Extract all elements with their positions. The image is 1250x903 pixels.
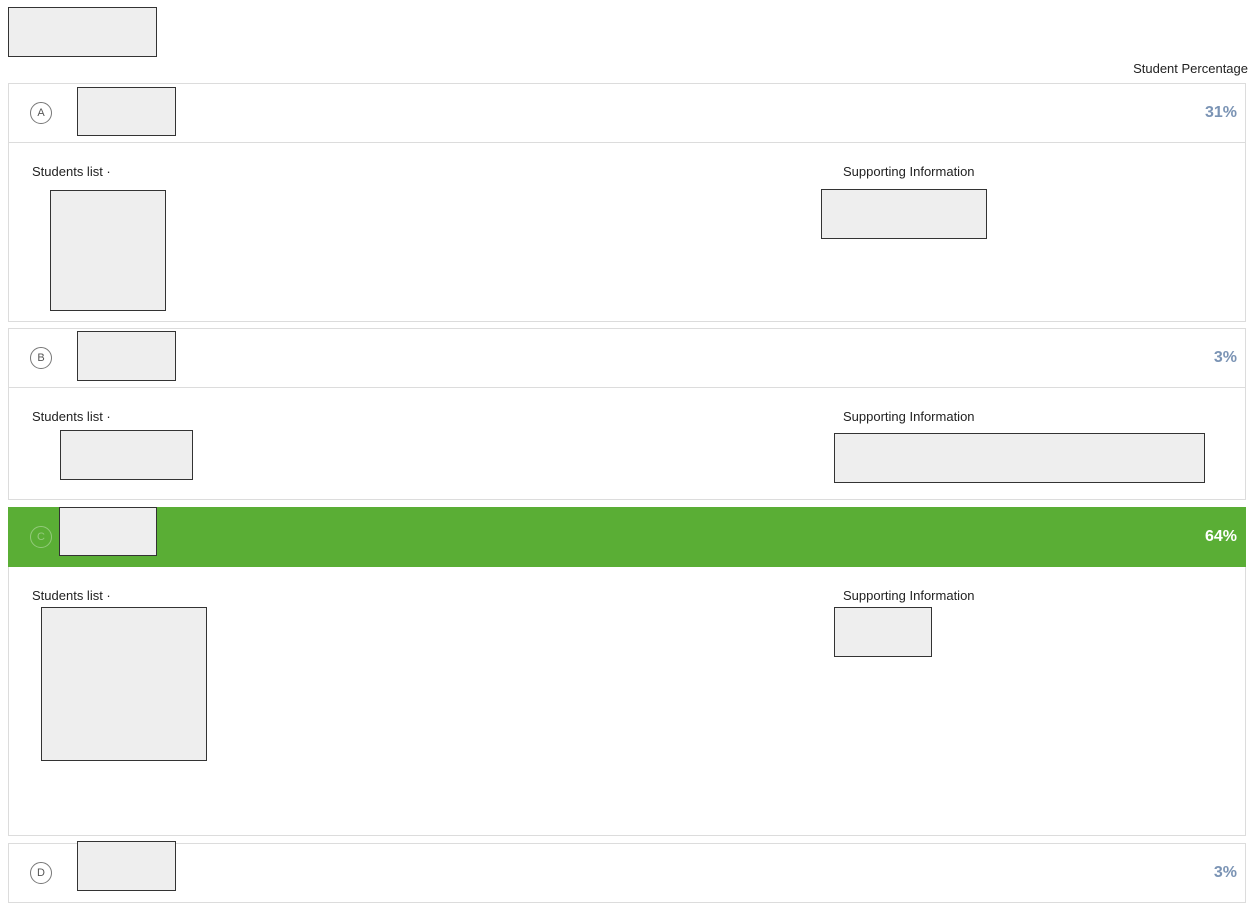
redacted-option-c-text: [59, 507, 157, 556]
option-row-b[interactable]: B 3%: [8, 328, 1246, 388]
option-c-percentage: 64%: [1204, 528, 1237, 545]
redacted-supporting-info-a: [821, 189, 987, 239]
students-list-label: Students list ·: [32, 409, 111, 424]
redacted-option-d-text: [77, 841, 176, 891]
option-letter-c-icon: C: [30, 526, 52, 548]
redacted-option-b-text: [77, 331, 176, 381]
supporting-information-label: Supporting Information: [843, 588, 975, 603]
redacted-supporting-info-c: [834, 607, 932, 657]
redacted-title: [8, 7, 157, 57]
redacted-option-a-text: [77, 87, 176, 136]
students-list-label: Students list ·: [32, 588, 111, 603]
redacted-students-list-b: [60, 430, 193, 480]
option-row-d[interactable]: D 3%: [8, 843, 1246, 903]
option-letter-b-icon: B: [30, 347, 52, 369]
option-a-details: Students list · Supporting Information: [8, 143, 1246, 322]
supporting-information-label: Supporting Information: [843, 409, 975, 424]
student-percentage-header: Student Percentage: [1133, 61, 1248, 76]
option-b-percentage: 3%: [1213, 349, 1237, 366]
students-list-label: Students list ·: [32, 164, 111, 179]
redacted-students-list-c: [41, 607, 207, 761]
redacted-students-list-a: [50, 190, 166, 311]
option-a-percentage: 31%: [1204, 104, 1237, 121]
option-row-c[interactable]: C 64%: [8, 507, 1246, 567]
supporting-information-label: Supporting Information: [843, 164, 975, 179]
option-letter-d-icon: D: [30, 862, 52, 884]
option-d-percentage: 3%: [1213, 864, 1237, 881]
option-letter-a-icon: A: [30, 102, 52, 124]
option-row-a[interactable]: A 31%: [8, 83, 1246, 143]
redacted-supporting-info-b: [834, 433, 1205, 483]
